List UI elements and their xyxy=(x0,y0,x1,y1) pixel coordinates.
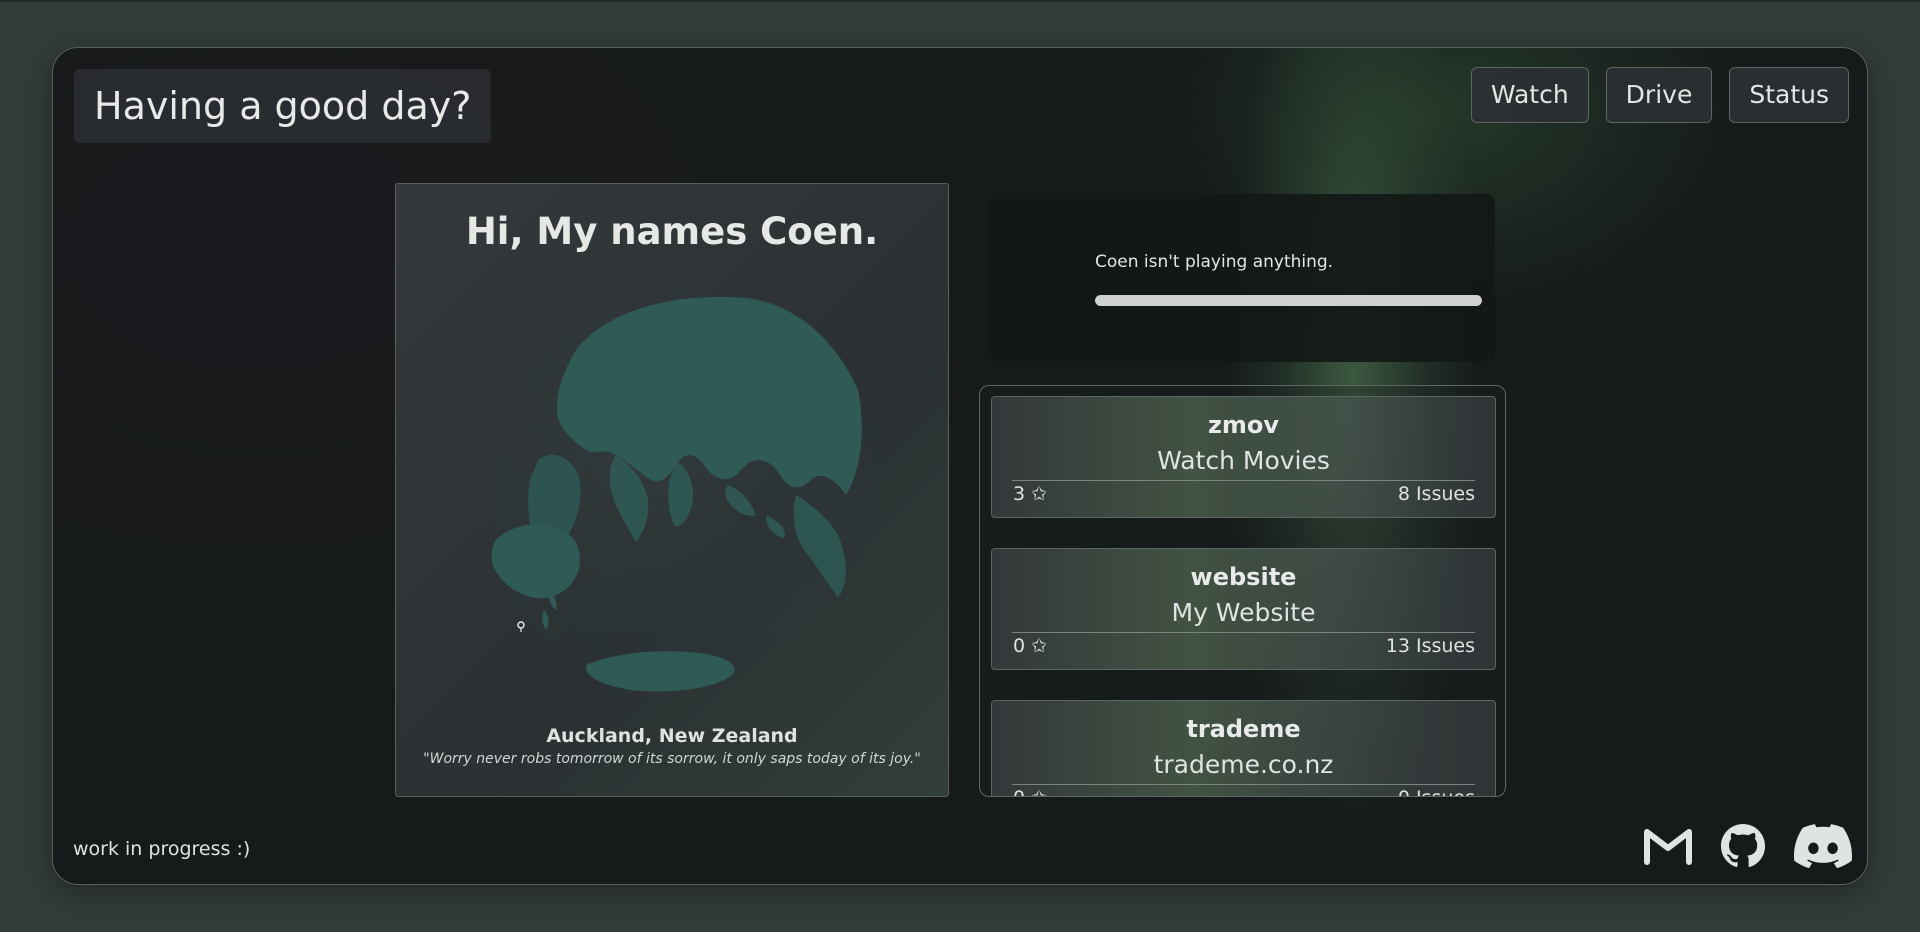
footer-text: work in progress :) xyxy=(73,838,251,860)
repo-list[interactable]: zmov Watch Movies 3 ✩ 8 Issues website M… xyxy=(979,385,1506,797)
repo-description: My Website xyxy=(1171,598,1316,627)
main-panel: Having a good day? Watch Drive Status Hi… xyxy=(52,47,1868,885)
repo-divider xyxy=(1012,784,1475,785)
profile-title: Hi, My names Coen. xyxy=(465,210,879,253)
status-button[interactable]: Status xyxy=(1729,67,1849,123)
background-glow xyxy=(53,48,1867,884)
repo-issues: 0 Issues xyxy=(1398,787,1475,796)
profile-card: Hi, My names Coen. Auckland, New Zealand… xyxy=(395,183,949,797)
now-playing-status: Coen isn't playing anything. xyxy=(1095,252,1334,272)
globe-icon xyxy=(476,290,876,692)
top-edge-line xyxy=(0,0,1920,2)
repo-name: website xyxy=(1190,563,1297,591)
progress-fill xyxy=(1095,295,1482,306)
now-playing-progress xyxy=(1095,295,1482,306)
discord-icon[interactable] xyxy=(1794,823,1852,869)
drive-button[interactable]: Drive xyxy=(1605,67,1713,123)
github-icon[interactable] xyxy=(1720,823,1766,869)
now-playing-card: Coen isn't playing anything. xyxy=(990,194,1495,362)
repo-stars: 0 ✩ xyxy=(1013,787,1047,796)
greeting-title: Having a good day? xyxy=(74,69,492,143)
repo-issues: 8 Issues xyxy=(1397,483,1475,505)
repo-card[interactable]: zmov Watch Movies 3 ✩ 8 Issues xyxy=(991,396,1496,518)
repo-stars: 0 ✩ xyxy=(1013,635,1048,657)
watch-button[interactable]: Watch xyxy=(1470,67,1589,123)
repo-name: zmov xyxy=(1207,411,1280,439)
social-links xyxy=(1644,823,1852,869)
repo-divider xyxy=(1012,632,1475,633)
repo-card[interactable]: trademe trademe.co.nz 0 ✩ 0 Issues xyxy=(991,700,1496,796)
repo-description: trademe.co.nz xyxy=(1153,750,1334,779)
profile-quote: "Worry never robs tomorrow of its sorrow… xyxy=(423,751,921,767)
top-nav: Watch Drive Status xyxy=(1470,67,1849,123)
repo-issues: 13 Issues xyxy=(1385,635,1475,657)
profile-location: Auckland, New Zealand xyxy=(546,725,798,747)
repo-stars: 3 ✩ xyxy=(1013,483,1048,505)
globe[interactable] xyxy=(466,280,886,700)
repo-name: trademe xyxy=(1186,715,1301,743)
repo-divider xyxy=(1012,480,1475,481)
gmail-icon[interactable] xyxy=(1644,826,1692,866)
repo-description: Watch Movies xyxy=(1157,446,1330,475)
repo-card[interactable]: website My Website 0 ✩ 13 Issues xyxy=(991,548,1496,670)
